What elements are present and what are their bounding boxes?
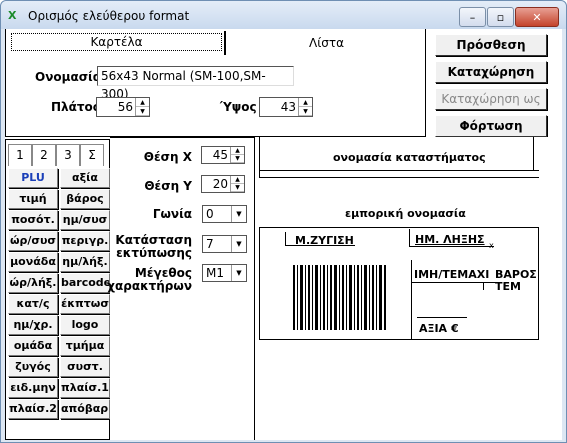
width-stepper[interactable]: 56 ▲ ▼ xyxy=(96,97,150,117)
name-field[interactable]: 56x43 Normal (SM-100,SM-300) xyxy=(97,66,294,101)
window-title: Ορισμός ελεύθερου format xyxy=(28,9,190,23)
angle-value: 0 xyxy=(206,207,214,221)
pos-y-value: 20 xyxy=(212,177,228,191)
chevron-down-icon[interactable]: ▼ xyxy=(231,184,244,192)
close-button[interactable]: ✕ xyxy=(515,7,559,27)
minimize-button[interactable]: – xyxy=(459,7,486,27)
palette-button[interactable]: ειδ.μην xyxy=(8,378,58,398)
palette-button[interactable]: ομάδα xyxy=(8,336,58,356)
width-label: Πλάτος xyxy=(51,100,100,114)
save-button[interactable]: Καταχώρηση xyxy=(435,61,547,83)
palette-tab-3[interactable]: 3 xyxy=(56,144,80,166)
label-canvas[interactable]: ονομασία καταστήματος εμπορική ονομασία … xyxy=(255,137,562,440)
trade-name-field[interactable]: εμπορική ονομασία xyxy=(345,207,466,220)
pos-y-stepper-arrows[interactable]: ▲ ▼ xyxy=(230,176,244,192)
pos-x-stepper[interactable]: 45 ▲ ▼ xyxy=(201,146,245,164)
palette-button[interactable]: PLU xyxy=(8,168,58,188)
palette-button[interactable]: πλαίσ.1 xyxy=(60,378,110,398)
char-size-value: M1 xyxy=(206,266,224,280)
value-field[interactable]: ΑΞΙΑ xyxy=(419,322,447,335)
tab-card[interactable]: Καρτέλα xyxy=(11,33,222,51)
chevron-up-icon[interactable]: ▲ xyxy=(231,176,244,184)
palette-button[interactable]: ημ/χρ. xyxy=(8,315,58,335)
angle-label: Γωνία xyxy=(152,208,192,221)
width-stepper-arrows[interactable]: ▲ ▼ xyxy=(135,98,149,116)
minimize-icon: – xyxy=(469,10,476,24)
palette-tab-2[interactable]: 2 xyxy=(32,144,56,166)
palette-button[interactable]: ζυγός xyxy=(8,357,58,377)
maximize-button[interactable]: ▫ xyxy=(487,7,514,27)
height-stepper[interactable]: 43 ▲ ▼ xyxy=(259,97,313,117)
chevron-down-icon[interactable]: ▼ xyxy=(299,107,312,116)
angle-select[interactable]: 0 ▼ xyxy=(202,205,247,223)
width-value: 56 xyxy=(117,100,133,114)
chevron-up-icon[interactable]: ▲ xyxy=(231,147,244,155)
field-palette: 1 2 3 Σ PLU αξία τιμή βάρος ποσότ. ημ/συσ ώρ/σ… xyxy=(5,139,110,440)
palette-button[interactable]: ώρ/συσ xyxy=(8,231,58,251)
palette-button[interactable]: ποσότ. xyxy=(8,210,58,230)
tab-list[interactable]: Λίστα xyxy=(224,31,427,55)
maximize-icon: ▫ xyxy=(496,10,505,24)
palette-button[interactable]: τιμή xyxy=(8,189,58,209)
add-button[interactable]: Πρόσθεση xyxy=(435,34,547,56)
pos-x-value: 45 xyxy=(212,148,228,162)
application-window: X Ορισμός ελεύθερου format – ▫ ✕ Καρτέλα… xyxy=(0,0,567,443)
save-as-button[interactable]: Καταχώρηση ως xyxy=(435,88,547,110)
barcode-field[interactable] xyxy=(293,265,387,330)
currency-field[interactable]: € xyxy=(451,322,459,335)
expiry-date-field[interactable]: ΗΜ. ΛΗΞΗΣ xyxy=(415,233,485,246)
pos-y-stepper[interactable]: 20 ▲ ▼ xyxy=(201,175,245,193)
palette-tab-sum[interactable]: Σ xyxy=(80,144,104,166)
unit-price-field[interactable]: ΙΜΗ/ΤΕΜΑΧΙ xyxy=(414,268,489,281)
palette-button[interactable]: ώρ/λήξ. xyxy=(8,273,58,293)
chevron-down-icon[interactable]: ▼ xyxy=(231,206,246,222)
palette-button[interactable]: πλαίσ.2 xyxy=(8,399,58,419)
chevron-down-icon[interactable]: ▼ xyxy=(231,155,244,163)
close-icon: ✕ xyxy=(532,10,542,24)
load-button[interactable]: Φόρτωση xyxy=(435,115,547,137)
chevron-down-icon[interactable]: ▼ xyxy=(231,265,246,281)
height-value: 43 xyxy=(280,100,296,114)
height-label: Ύψος xyxy=(220,100,257,114)
format-definition-panel: Καρτέλα Λίστα Ονομασία 56x43 Normal (SM-… xyxy=(5,29,426,137)
palette-button[interactable]: μονάδα xyxy=(8,252,58,272)
palette-button[interactable]: logo xyxy=(60,315,110,335)
char-size-select[interactable]: M1 ▼ xyxy=(202,264,247,282)
properties-panel: Θέση Χ 45 ▲ ▼ Θέση Υ 20 ▲ ▼ Γωνία 0 ▼ Κατά… xyxy=(107,137,255,440)
name-label: Ονομασία xyxy=(35,70,101,84)
print-state-select[interactable]: 7 ▼ xyxy=(202,235,247,253)
palette-button[interactable]: απόβαρ. xyxy=(60,399,110,419)
pos-x-label: Θέση Χ xyxy=(143,151,192,164)
char-size-label: Μέγεθος χαρακτήρων xyxy=(107,267,192,293)
expiry-suffix: x xyxy=(489,241,494,250)
app-logo-icon: X xyxy=(8,9,17,22)
barcode-bars xyxy=(293,265,386,330)
pos-x-stepper-arrows[interactable]: ▲ ▼ xyxy=(230,147,244,163)
palette-button[interactable]: τμήμα xyxy=(60,336,110,356)
store-name-field[interactable]: ονομασία καταστήματος xyxy=(333,151,486,164)
palette-button[interactable]: συστ. xyxy=(60,357,110,377)
chevron-up-icon[interactable]: ▲ xyxy=(136,98,149,107)
chevron-down-icon[interactable]: ▼ xyxy=(231,236,246,252)
print-state-label: Κατάσταση εκτύπωσης xyxy=(115,234,192,260)
height-stepper-arrows[interactable]: ▲ ▼ xyxy=(298,98,312,116)
pieces-field[interactable]: ΤΕΜ xyxy=(495,280,521,293)
chevron-up-icon[interactable]: ▲ xyxy=(299,98,312,107)
title-bar[interactable]: X Ορισμός ελεύθερου format – ▫ ✕ xyxy=(1,1,566,29)
print-state-value: 7 xyxy=(206,237,214,251)
chevron-down-icon[interactable]: ▼ xyxy=(136,107,149,116)
palette-button[interactable]: κατ/ς xyxy=(8,294,58,314)
palette-button[interactable]: έκπτωσ xyxy=(60,294,110,314)
pos-y-label: Θέση Υ xyxy=(144,180,192,193)
palette-tab-1[interactable]: 1 xyxy=(8,144,32,166)
client-area: Καρτέλα Λίστα Ονομασία 56x43 Normal (SM-… xyxy=(5,29,562,440)
